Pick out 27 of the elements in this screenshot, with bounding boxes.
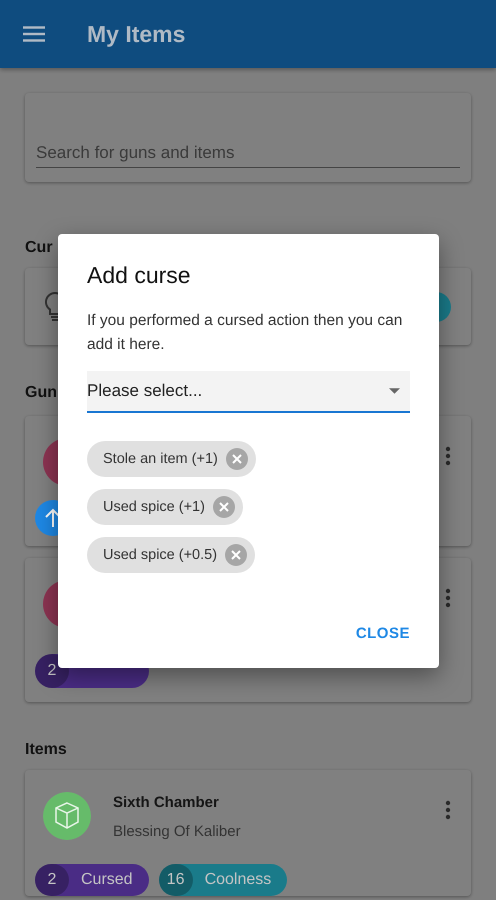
menu-icon[interactable] — [23, 26, 45, 42]
more-icon[interactable] — [445, 446, 451, 466]
box-icon — [43, 792, 91, 840]
remove-icon[interactable] — [212, 496, 235, 518]
remove-icon[interactable] — [226, 448, 248, 470]
more-icon[interactable] — [445, 800, 451, 820]
remove-icon[interactable] — [225, 544, 248, 566]
item-subtitle: Blessing Of Kaliber — [113, 823, 242, 840]
section-heading: Gun — [25, 384, 57, 403]
app-title: My Items — [87, 20, 186, 48]
search-field[interactable]: Search for guns and items — [36, 139, 460, 168]
more-icon[interactable] — [445, 588, 451, 608]
chip-label: Used spice (+0.5) — [103, 547, 218, 563]
chip-label: Cursed — [81, 871, 133, 889]
section-heading: Items — [25, 741, 67, 760]
chip-count: 2 — [35, 864, 69, 896]
chip-label: Used spice (+1) — [103, 499, 205, 515]
chip-count: 16 — [158, 864, 193, 896]
section-heading: Cur — [25, 239, 53, 258]
item-title: Sixth Chamber — [113, 794, 220, 811]
dialog-title: Add curse — [87, 262, 192, 289]
dropdown-icon — [389, 388, 400, 394]
chip-label: Stole an item (+1) — [103, 451, 218, 467]
select-field[interactable]: Please select... — [87, 371, 410, 413]
close-button[interactable]: CLOSE — [356, 621, 410, 646]
dialog-text: If you performed a cursed action then you can add it here. — [87, 311, 404, 355]
chip-label: Coolness — [204, 871, 272, 889]
